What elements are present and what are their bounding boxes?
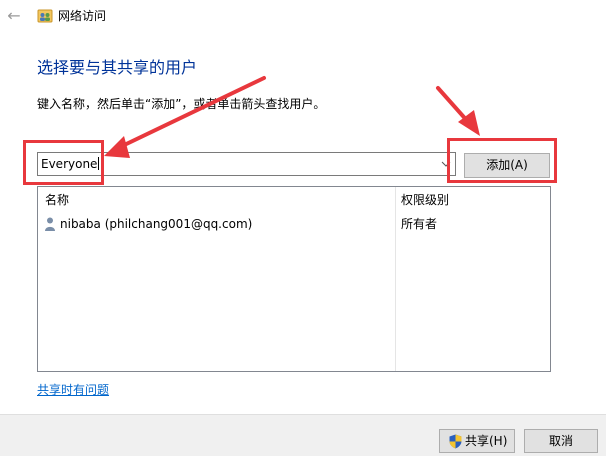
title-bar: ← 网络访问 (0, 0, 606, 34)
page-title: 选择要与其共享的用户 (37, 58, 198, 77)
table-row[interactable]: nibaba (philchang001@qq.com) 所有者 (38, 213, 550, 235)
window-title: 网络访问 (58, 9, 107, 23)
row-user-name: nibaba (philchang001@qq.com) (60, 217, 253, 231)
column-header-permission[interactable]: 权限级别 (401, 191, 449, 209)
annotation-highlight-add-button (447, 138, 557, 183)
column-header-name[interactable]: 名称 (45, 191, 69, 209)
uac-shield-icon (449, 434, 462, 449)
row-permission-level[interactable]: 所有者 (401, 215, 437, 233)
sharing-help-link[interactable]: 共享时有问题 (37, 381, 109, 399)
footer-bar: 共享(H) 取消 (0, 414, 606, 456)
instruction-text: 键入名称，然后单击“添加”，或者单击箭头查找用户。 (37, 97, 326, 111)
annotation-highlight-input (23, 140, 104, 185)
network-share-icon (37, 9, 53, 23)
annotation-arrow-down-icon (436, 86, 480, 136)
annotation-arrow-left-icon (104, 76, 266, 158)
user-permission-list[interactable]: 名称 权限级别 nibaba (philchang001@qq.com) 所有者 (37, 186, 551, 372)
share-button[interactable]: 共享(H) (439, 429, 515, 453)
back-arrow-icon[interactable]: ← (6, 6, 22, 26)
cancel-button[interactable]: 取消 (524, 429, 598, 453)
share-button-label: 共享(H) (465, 434, 508, 448)
user-icon (45, 217, 55, 231)
